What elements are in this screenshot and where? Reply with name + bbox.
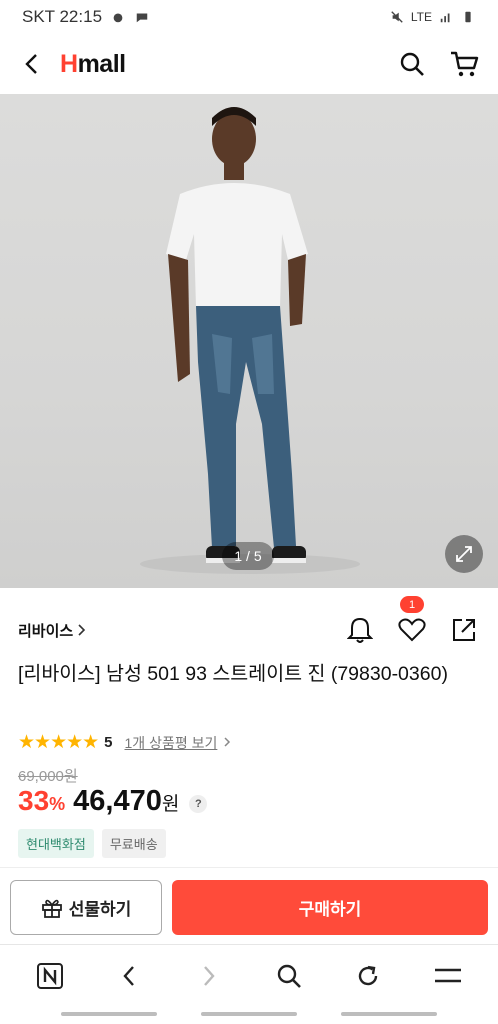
gesture-handle (61, 1012, 157, 1016)
product-tags: 현대백화점 무료배송 (18, 829, 166, 858)
naver-home-button[interactable] (30, 956, 70, 996)
review-link[interactable]: 1개 상품평 보기 (125, 733, 218, 753)
gift-button[interactable]: 선물하기 (10, 880, 162, 935)
expand-button[interactable] (445, 535, 483, 573)
battery-icon (465, 11, 471, 23)
discount-rate: 33% (18, 785, 65, 817)
cart-icon (451, 51, 479, 77)
notify-button[interactable] (344, 614, 376, 646)
brand-name: 리바이스 (18, 622, 74, 640)
rating-row: ★★★★★ 5 1개 상품평 보기 (18, 731, 231, 754)
cta-bar: 선물하기 구매하기 (0, 876, 498, 940)
price-unit: 원 (161, 794, 180, 815)
signal-icon (440, 13, 450, 23)
mute-icon (391, 11, 403, 23)
expand-icon (456, 546, 472, 562)
chevron-right-icon (223, 735, 231, 751)
original-price: 69,000원 (18, 768, 78, 785)
price-help-button[interactable]: ? (189, 795, 208, 813)
browser-nav (0, 950, 498, 1002)
back-icon (25, 54, 37, 74)
menu-icon (435, 968, 462, 983)
cart-button[interactable] (448, 48, 480, 80)
divider (0, 944, 498, 945)
naver-home-icon (36, 963, 63, 989)
logo-letter: H (60, 49, 78, 78)
wishlist-button[interactable]: 1 (396, 596, 428, 646)
discount-value: 33 (18, 785, 50, 816)
heart-icon (398, 618, 426, 642)
product-image[interactable] (0, 94, 498, 588)
model-photo (140, 107, 360, 574)
back-icon (123, 966, 135, 986)
price-value: 46,470 (73, 785, 162, 817)
chevron-right-icon (78, 624, 86, 636)
wish-count-badge: 1 (400, 596, 424, 613)
sale-price: 46,470원 (73, 785, 179, 818)
divider (0, 867, 498, 868)
price-row: 33% 46,470원 ? (18, 785, 208, 818)
gift-label: 선물하기 (68, 900, 132, 919)
network-type: LTE (410, 10, 432, 24)
forward-icon (204, 966, 215, 986)
search-button[interactable] (396, 48, 428, 80)
gesture-bar (0, 1012, 498, 1020)
chat-icon (136, 13, 148, 23)
discount-unit: % (49, 794, 66, 814)
brand-row: 리바이스 1 (0, 596, 498, 652)
browser-search-button[interactable] (269, 956, 309, 996)
logo-text: mall (77, 49, 127, 78)
rating-score: 5 (104, 734, 113, 751)
product-title: [리바이스] 남성 501 93 스트레이트 진 (79830-0360) (18, 663, 448, 685)
browser-forward-button[interactable] (189, 956, 229, 996)
gesture-handle (201, 1012, 297, 1016)
share-icon (453, 619, 475, 641)
search-icon (400, 52, 424, 76)
search-icon (277, 964, 301, 988)
menu-button[interactable] (428, 956, 468, 996)
back-button[interactable] (18, 50, 46, 78)
gesture-handle (341, 1012, 437, 1016)
image-pager: 1 / 5 (222, 542, 274, 570)
rating-stars: ★★★★★ (18, 732, 99, 753)
app-header: Hmall (0, 38, 498, 90)
refresh-icon (359, 965, 378, 986)
carrier-time: SKT 22:15 (22, 7, 103, 26)
gift-icon (41, 899, 62, 918)
share-button[interactable] (448, 614, 480, 646)
buy-button[interactable]: 구매하기 (172, 880, 488, 935)
hmall-logo[interactable]: Hmall (60, 50, 126, 79)
notification-icon (113, 13, 123, 23)
brand-link[interactable]: 리바이스 (18, 620, 87, 641)
refresh-button[interactable] (348, 956, 388, 996)
browser-back-button[interactable] (109, 956, 149, 996)
status-bar: SKT 22:15 LTE (0, 0, 498, 34)
bell-icon (347, 617, 373, 643)
dept-store-tag: 현대백화점 (18, 829, 94, 858)
free-shipping-tag: 무료배송 (101, 829, 166, 858)
